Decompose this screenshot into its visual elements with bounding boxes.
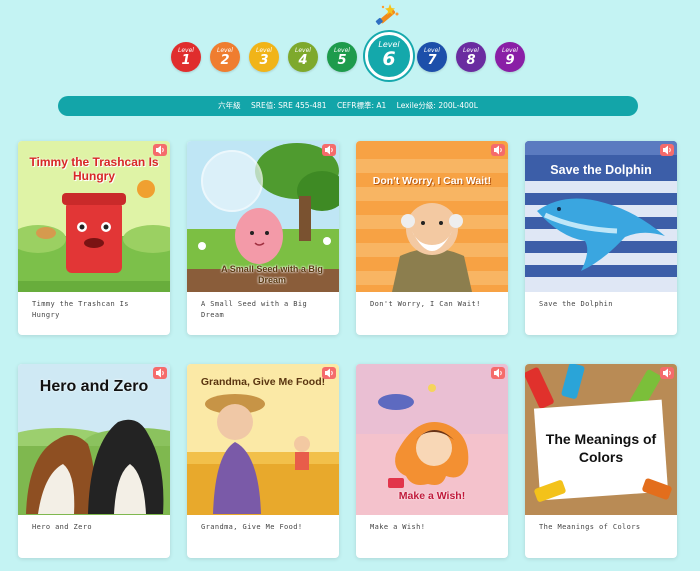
- book-card[interactable]: Don't Worry, I Can Wait! Don't Worry, I …: [356, 141, 508, 335]
- book-card[interactable]: Grandma, Give Me Food! Grandma, Give Me …: [187, 364, 339, 558]
- book-cover: The Meanings of Colors: [525, 364, 677, 515]
- level-2-button[interactable]: Level 2: [210, 42, 240, 72]
- speaker-icon[interactable]: [153, 367, 167, 379]
- speaker-icon[interactable]: [491, 367, 505, 379]
- level-number: 2: [220, 53, 230, 68]
- speaker-icon[interactable]: [322, 144, 336, 156]
- book-cover: Save the Dolphin: [525, 141, 677, 292]
- magic-wand-icon: [372, 2, 400, 30]
- level-6-button[interactable]: Level 6: [365, 32, 413, 80]
- level-number: 7: [427, 53, 437, 68]
- level-number: 5: [337, 53, 347, 68]
- book-title: Save the Dolphin: [539, 300, 613, 308]
- speaker-icon[interactable]: [660, 367, 674, 379]
- speaker-icon[interactable]: [491, 144, 505, 156]
- cover-title: Make a Wish!: [398, 490, 466, 502]
- book-cover: Grandma, Give Me Food!: [187, 364, 339, 515]
- cover-title: Grandma, Give Me Food!: [200, 376, 326, 388]
- book-card[interactable]: Save the Dolphin Save the Dolphin: [525, 141, 677, 335]
- level-7-button[interactable]: Level 7: [417, 42, 447, 72]
- level-number: 3: [259, 53, 269, 68]
- grade-label: 六年級: [218, 101, 241, 110]
- book-card[interactable]: Make a Wish! Make a Wish!: [356, 364, 508, 558]
- book-cover: Hero and Zero: [18, 364, 170, 515]
- level-number: 9: [505, 53, 515, 68]
- cover-title: Save the Dolphin: [550, 163, 652, 177]
- book-title: The Meanings of Colors: [539, 523, 641, 531]
- cover-title: Timmy the Trashcan Is Hungry: [29, 155, 159, 183]
- lexile-label: Lexile分級: 200L-400L: [396, 101, 478, 110]
- level-8-button[interactable]: Level 8: [456, 42, 486, 72]
- book-card[interactable]: Hero and Zero Hero and Zero: [18, 364, 170, 558]
- book-title: Hero and Zero: [32, 523, 92, 531]
- cover-title: Hero and Zero: [39, 378, 149, 395]
- level-info-bar: 六年級 SRE值: SRE 455-481 CEFR標準: A1 Lexile分…: [58, 96, 638, 116]
- level-4-button[interactable]: Level 4: [288, 42, 318, 72]
- book-title: A Small Seed with a Big Dream: [201, 300, 308, 319]
- book-title: Timmy the Trashcan Is Hungry: [32, 300, 129, 319]
- cover-title: Don't Worry, I Can Wait!: [372, 175, 492, 187]
- book-cover: Make a Wish!: [356, 364, 508, 515]
- book-card[interactable]: The Meanings of Colors The Meanings of C…: [525, 364, 677, 558]
- level-number: 4: [298, 53, 308, 68]
- level-1-button[interactable]: Level 1: [171, 42, 201, 72]
- book-title: Don't Worry, I Can Wait!: [370, 300, 481, 308]
- level-number: 6: [382, 48, 396, 70]
- level-5-button[interactable]: Level 5: [327, 42, 357, 72]
- book-cover: A Small Seed with a Big Dream: [187, 141, 339, 292]
- cover-title: A Small Seed with a Big Dream: [221, 264, 323, 285]
- speaker-icon[interactable]: [660, 144, 674, 156]
- level-selector: Level 1 Level 2 Level 3 Level 4 Level 5 …: [0, 32, 700, 86]
- cover-illustration: [356, 141, 508, 292]
- sre-label: SRE值: SRE 455-481: [250, 101, 327, 110]
- cover-title: The Meanings of Colors: [545, 431, 657, 465]
- cefr-label: CEFR標準: A1: [336, 101, 387, 110]
- book-cover: Timmy the Trashcan Is Hungry: [18, 141, 170, 292]
- book-cover: Don't Worry, I Can Wait!: [356, 141, 508, 292]
- level-number: 8: [466, 53, 476, 68]
- level-3-button[interactable]: Level 3: [249, 42, 279, 72]
- book-card[interactable]: A Small Seed with a Big Dream A Small Se…: [187, 141, 339, 335]
- level-number: 1: [181, 53, 191, 68]
- speaker-icon[interactable]: [153, 144, 167, 156]
- book-card[interactable]: Timmy the Trashcan Is Hungry Timmy the T…: [18, 141, 170, 335]
- level-9-button[interactable]: Level 9: [495, 42, 525, 72]
- book-title: Make a Wish!: [370, 523, 426, 531]
- book-title: Grandma, Give Me Food!: [201, 523, 303, 531]
- speaker-icon[interactable]: [322, 367, 336, 379]
